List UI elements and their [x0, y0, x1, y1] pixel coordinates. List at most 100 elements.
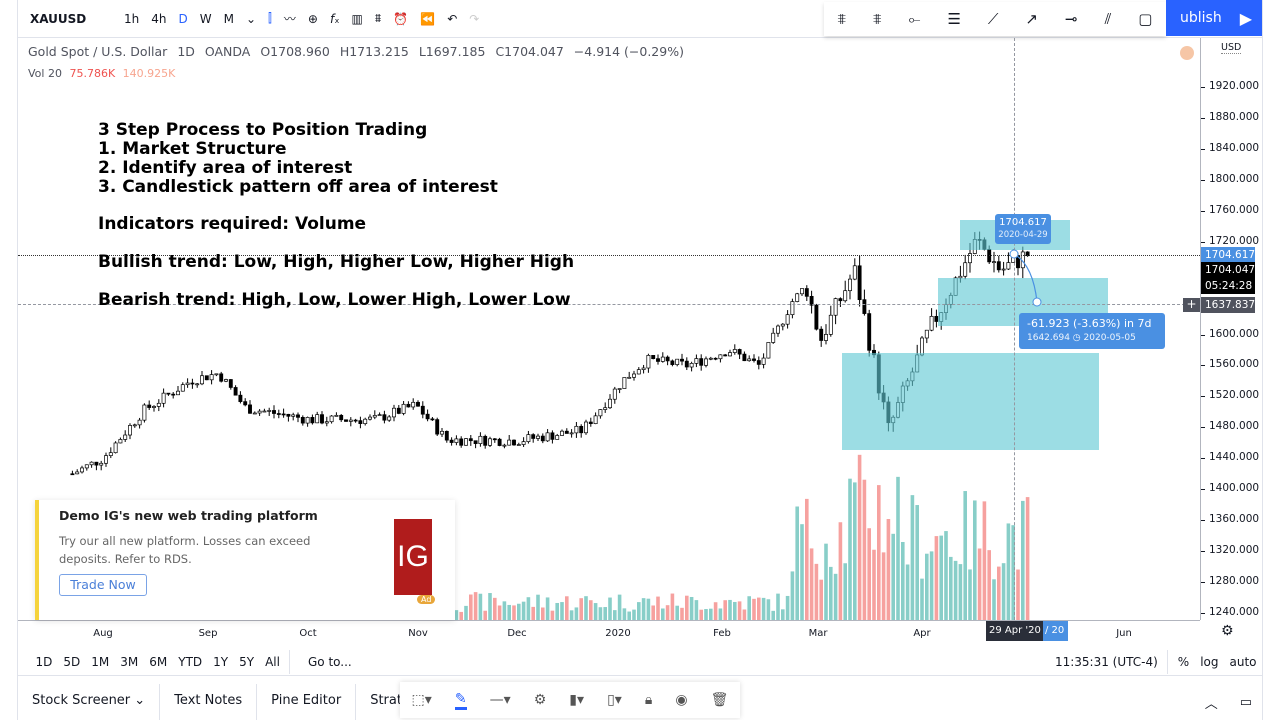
candle — [627, 371, 632, 379]
zone-box-demand[interactable] — [842, 353, 1099, 450]
replay-icon[interactable]: ⏪ — [414, 12, 441, 26]
clock-timezone[interactable]: 11:35:31 (UTC-4) — [1049, 655, 1163, 669]
percent-toggle[interactable]: % — [1172, 655, 1194, 669]
note-step-1[interactable]: 1. Market Structure — [98, 140, 286, 159]
candle — [723, 353, 728, 357]
candle — [281, 408, 286, 418]
range-ytd[interactable]: YTD — [173, 655, 208, 669]
interval-4h[interactable]: 4h — [145, 12, 172, 26]
publish-button[interactable]: ublish ▶ — [1166, 0, 1262, 36]
tab-text-notes[interactable]: Text Notes — [160, 684, 258, 720]
note-indicators[interactable]: Indicators required: Volume — [98, 215, 366, 234]
log-toggle[interactable]: log — [1195, 655, 1224, 669]
candle — [459, 436, 464, 448]
candle — [766, 342, 771, 359]
candle — [785, 310, 790, 329]
candle — [680, 353, 684, 366]
tab-stock-screener[interactable]: Stock Screener ⌄ — [18, 684, 161, 720]
range-3m[interactable]: 3M — [115, 655, 144, 669]
countdown-label: 05:24:28 — [1201, 278, 1255, 294]
last-price-label: 1704.047 — [1201, 262, 1255, 278]
templates-icon[interactable]: ⩩ — [369, 11, 387, 26]
time-label: Aug — [93, 628, 113, 639]
goto-button[interactable]: Go to... — [302, 655, 357, 669]
price-tick: 1800.000 — [1200, 172, 1260, 185]
range-1m[interactable]: 1M — [86, 655, 115, 669]
note-bearish[interactable]: Bearish trend: High, Low, Lower High, Lo… — [98, 291, 588, 310]
horizontal-lines-icon[interactable]: ☰ — [947, 10, 960, 28]
settings-icon[interactable]: ⚙ — [534, 692, 547, 708]
range-5d[interactable]: 5D — [58, 655, 86, 669]
line-chart-icon[interactable]: 〰 — [278, 10, 302, 27]
parallel-channel-icon[interactable]: ⩨ — [838, 10, 846, 28]
interval-d[interactable]: D — [173, 12, 194, 26]
fill-icon[interactable]: ▮▾ — [569, 692, 584, 708]
candle — [521, 437, 526, 448]
arrow-icon[interactable]: ↗ — [1025, 10, 1038, 28]
candle — [94, 461, 99, 471]
visibility-icon[interactable]: ◉ — [675, 692, 687, 708]
candle — [411, 398, 416, 410]
volume-bar — [651, 605, 655, 620]
indicators-icon[interactable]: fₓ — [324, 12, 346, 26]
range-1y[interactable]: 1Y — [208, 655, 234, 669]
currency-label[interactable]: USD — [1221, 42, 1242, 54]
symbol-search[interactable]: XAUUSD — [18, 12, 118, 26]
parallel-lines-icon[interactable]: ⫽ — [1105, 10, 1112, 28]
measure-end-handle[interactable] — [1032, 297, 1042, 307]
volume-bar — [742, 609, 747, 620]
add-alert-plus-icon[interactable]: + — [1183, 298, 1200, 312]
range-5y[interactable]: 5Y — [234, 655, 260, 669]
financials-icon[interactable]: ▥ — [346, 12, 369, 26]
candle — [488, 436, 492, 447]
collapse-panel-icon[interactable]: ︿ — [1193, 693, 1230, 712]
maximize-panel-icon[interactable]: ▭ — [1230, 695, 1262, 710]
auto-toggle[interactable]: auto — [1224, 655, 1262, 669]
trade-now-button[interactable]: Trade Now — [59, 574, 147, 596]
time-axis[interactable]: Aug Sep Oct Nov Dec 2020 Feb Mar Apr Jun… — [18, 620, 1234, 644]
play-icon[interactable]: ▶ — [1240, 9, 1252, 28]
price-axis[interactable]: USD 1920.000 1880.000 1840.000 1800.000 1760… — [1200, 38, 1262, 620]
horizontal-line-icon[interactable]: ⊸ — [1065, 10, 1078, 28]
price-range-icon[interactable]: ⩨ — [873, 10, 881, 28]
measure-start-handle[interactable] — [1009, 249, 1019, 259]
note-step-2[interactable]: 2. Identify area of interest — [98, 159, 352, 178]
ad-banner[interactable]: Demo IG's new web trading platform Try o… — [35, 500, 455, 620]
candle — [425, 409, 430, 422]
rectangle-icon[interactable]: ▢ — [1138, 10, 1152, 28]
candle — [641, 364, 646, 374]
redo-icon[interactable]: ↷ — [463, 12, 485, 26]
trash-icon[interactable]: 🗑︎ — [711, 692, 729, 708]
compare-icon[interactable]: ⊕ — [302, 12, 324, 26]
candles-icon[interactable]: ⫿ — [262, 11, 278, 26]
note-title[interactable]: 3 Step Process to Position Trading — [98, 121, 427, 140]
note-bullish[interactable]: Bullish trend: Low, High, Higher Low, Hi… — [98, 253, 578, 272]
candle — [867, 309, 872, 357]
candle — [185, 378, 190, 388]
alert-icon[interactable]: ⏰ — [387, 12, 414, 26]
templates-icon[interactable]: ⬚▾ — [412, 692, 432, 708]
settings-gear-icon[interactable]: ⚙ — [1221, 623, 1234, 639]
interval-1h[interactable]: 1h — [118, 12, 145, 26]
range-6m[interactable]: 6M — [144, 655, 173, 669]
interval-w[interactable]: W — [194, 12, 218, 26]
undo-icon[interactable]: ↶ — [441, 12, 463, 26]
range-1d[interactable]: 1D — [30, 655, 58, 669]
chevron-down-icon[interactable]: ⌄ — [240, 12, 262, 26]
note-step-3[interactable]: 3. Candlestick pattern off area of inter… — [98, 178, 498, 197]
clone-icon[interactable]: ▯▾ — [607, 692, 622, 708]
candle — [660, 352, 665, 363]
lock-icon[interactable]: 🔒︎ — [645, 692, 652, 708]
candle — [296, 412, 300, 423]
range-all[interactable]: All — [260, 655, 286, 669]
interval-m[interactable]: M — [218, 12, 240, 26]
volume-bar — [689, 596, 694, 620]
volume-bar — [920, 578, 924, 620]
line-color-icon[interactable]: ✎ — [454, 691, 467, 710]
trend-line-icon[interactable]: ⟋ — [988, 10, 999, 28]
line-style-icon[interactable]: —▾ — [490, 692, 511, 708]
tab-pine-editor[interactable]: Pine Editor — [257, 684, 357, 720]
horizontal-ray-icon[interactable]: ⟜ — [908, 10, 920, 28]
candle — [382, 410, 387, 424]
volume-bar — [728, 599, 732, 620]
